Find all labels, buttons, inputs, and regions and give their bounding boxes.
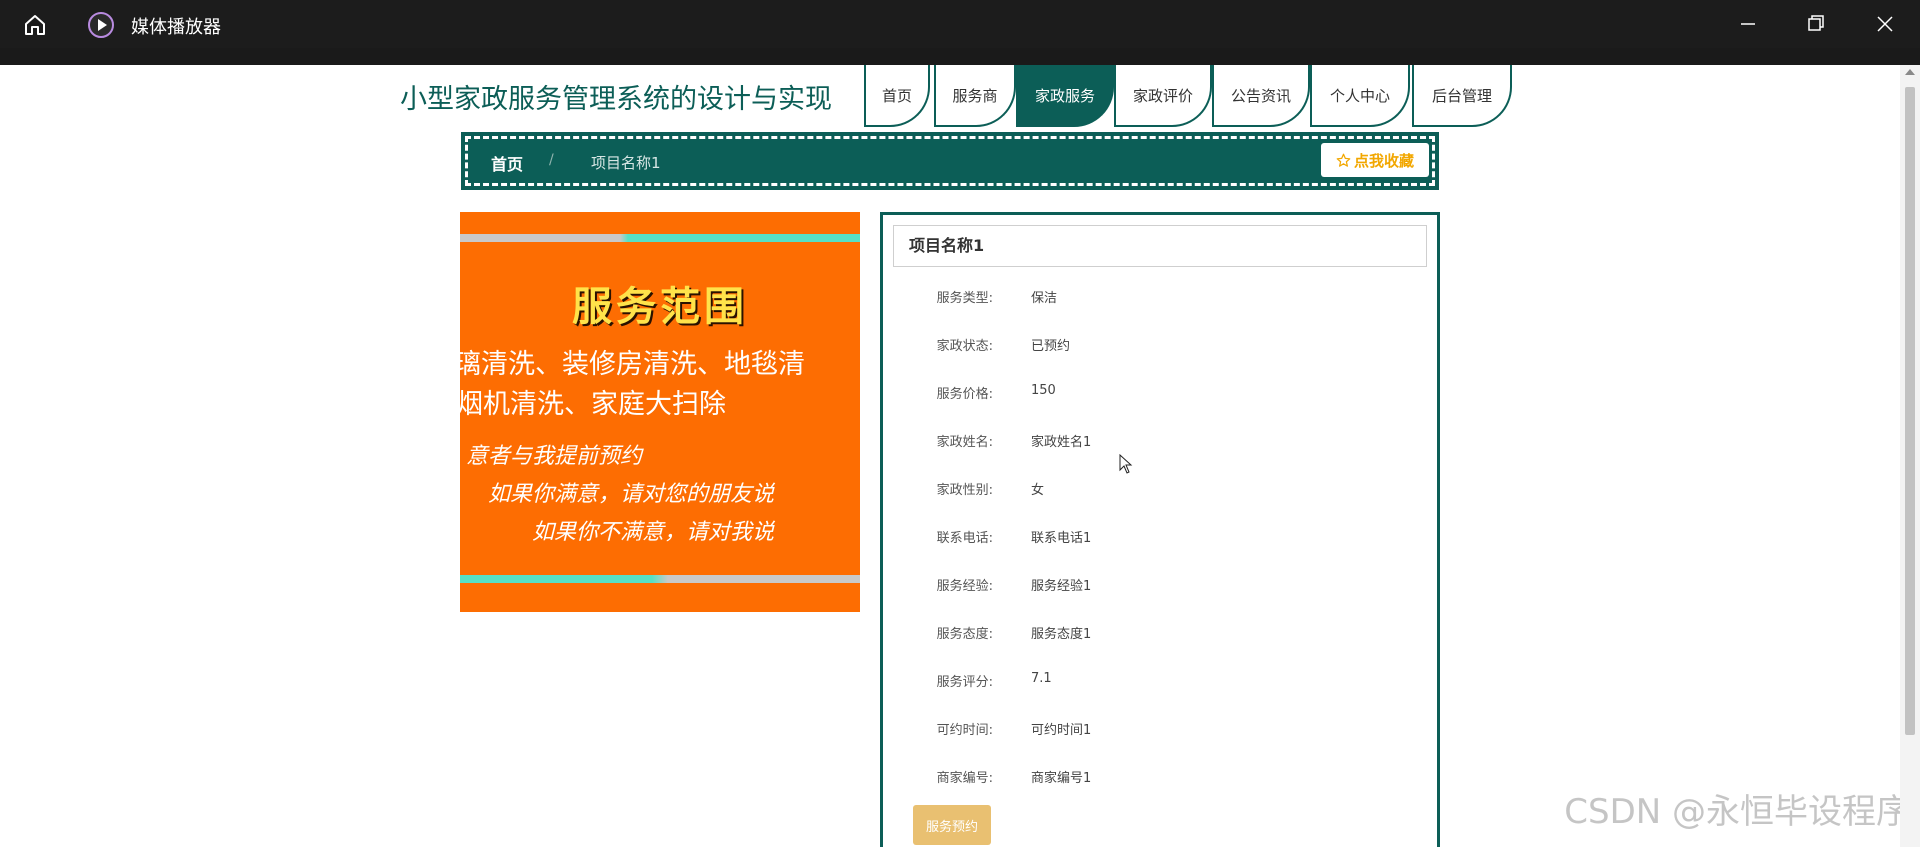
star-icon <box>1336 153 1351 167</box>
field-value: 联系电话1 <box>1031 531 1092 546</box>
field-value: 商家编号1 <box>1031 771 1092 786</box>
image-text-line: 烟机清洗、家庭大扫除 <box>460 389 726 420</box>
nav-item-providers[interactable]: 服务商 <box>934 65 1016 127</box>
nav-item-announcements[interactable]: 公告资讯 <box>1212 65 1310 127</box>
field-value: 家政姓名1 <box>1031 435 1092 450</box>
nav-item-housekeeping-service[interactable]: 家政服务 <box>1016 65 1114 127</box>
detail-field-gender: 家政性别: 女 <box>883 479 1423 505</box>
scroll-up-icon[interactable] <box>1905 69 1915 75</box>
field-value: 女 <box>1031 483 1045 498</box>
field-label: 商家编号: <box>936 771 993 786</box>
detail-title: 项目名称1 <box>893 225 1427 267</box>
site-title: 小型家政服务管理系统的设计与实现 <box>400 84 832 115</box>
window-titlebar: 媒体播放器 <box>0 0 1920 48</box>
breadcrumb-separator: / <box>549 152 554 168</box>
image-title: 服务范围 <box>572 283 748 330</box>
image-text-line: 如果你不满意，请对我说 <box>532 520 775 545</box>
service-detail-panel: 项目名称1 服务类型: 保洁 家政状态: 已预约 服务价格: 150 家政姓名:… <box>880 212 1440 847</box>
image-stripe-bottom <box>460 575 860 583</box>
image-text-line: 意者与我提前预约 <box>466 444 643 469</box>
favorite-button[interactable]: 点我收藏 <box>1321 143 1429 177</box>
image-text-line: 如果你满意，请对您的朋友说 <box>488 482 775 507</box>
nav-item-reviews[interactable]: 家政评价 <box>1114 65 1212 127</box>
field-value: 已预约 <box>1031 339 1071 354</box>
field-label: 服务类型: <box>936 291 993 306</box>
nav-item-admin[interactable]: 后台管理 <box>1412 65 1512 127</box>
detail-field-status: 家政状态: 已预约 <box>883 335 1423 361</box>
field-label: 联系电话: <box>936 531 993 546</box>
image-stripe-top <box>460 234 860 242</box>
detail-field-service-type: 服务类型: 保洁 <box>883 287 1423 313</box>
detail-field-merchant-id: 商家编号: 商家编号1 <box>883 767 1423 793</box>
field-label: 服务评分: <box>936 675 993 690</box>
detail-field-phone: 联系电话: 联系电话1 <box>883 527 1423 553</box>
media-player-icon <box>88 12 114 38</box>
field-label: 服务经验: <box>936 579 993 594</box>
field-value: 保洁 <box>1031 291 1058 306</box>
detail-field-price: 服务价格: 150 <box>883 383 1423 409</box>
service-image: 服务范围 璃清洗、装修房清洗、地毯清 烟机清洗、家庭大扫除 意者与我提前预约 如… <box>460 212 860 612</box>
favorite-label: 点我收藏 <box>1353 151 1414 170</box>
detail-field-experience: 服务经验: 服务经验1 <box>883 575 1423 601</box>
restore-icon[interactable] <box>1800 10 1830 38</box>
web-viewport: 小型家政服务管理系统的设计与实现 首页 服务商 家政服务 家政评价 公告资讯 个… <box>0 65 1920 847</box>
field-label: 服务价格: <box>936 387 993 402</box>
detail-field-available-time: 可约时间: 可约时间1 <box>883 719 1423 745</box>
detail-field-name: 家政姓名: 家政姓名1 <box>883 431 1423 457</box>
breadcrumb: 首页 / 项目名称1 点我收藏 <box>461 132 1439 190</box>
field-value: 可约时间1 <box>1031 723 1092 738</box>
home-icon[interactable] <box>22 12 48 38</box>
field-label: 服务态度: <box>936 627 993 642</box>
detail-field-rating: 服务评分: 7.1 <box>883 671 1423 697</box>
field-label: 家政状态: <box>936 339 993 354</box>
nav-item-home[interactable]: 首页 <box>864 65 930 127</box>
nav-item-personal-center[interactable]: 个人中心 <box>1310 65 1410 127</box>
book-service-button[interactable]: 服务预约 <box>913 805 991 845</box>
field-value: 7.1 <box>1031 671 1052 686</box>
field-label: 可约时间: <box>936 723 993 738</box>
field-value: 服务经验1 <box>1031 579 1092 594</box>
page-scrollbar[interactable] <box>1900 65 1920 847</box>
window-title: 媒体播放器 <box>131 17 221 38</box>
minimize-icon[interactable] <box>1733 10 1763 38</box>
watermark: CSDN @永恒毕设程序 <box>1564 792 1910 832</box>
field-label: 家政性别: <box>936 483 993 498</box>
mouse-cursor-icon <box>1119 454 1133 474</box>
breadcrumb-current: 项目名称1 <box>591 154 661 172</box>
breadcrumb-home-link[interactable]: 首页 <box>491 151 523 175</box>
field-value: 150 <box>1031 383 1056 398</box>
field-label: 家政姓名: <box>936 435 993 450</box>
close-icon[interactable] <box>1870 10 1900 38</box>
field-value: 服务态度1 <box>1031 627 1092 642</box>
scroll-thumb[interactable] <box>1905 87 1915 735</box>
image-text-line: 璃清洗、装修房清洗、地毯清 <box>460 349 805 380</box>
detail-field-attitude: 服务态度: 服务态度1 <box>883 623 1423 649</box>
